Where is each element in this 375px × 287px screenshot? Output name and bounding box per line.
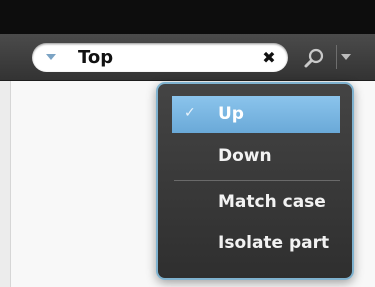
menu-item-up[interactable]: ✓ Up [172,96,340,133]
menu-item-label: Isolate part [218,233,330,253]
menu-item-match-case[interactable]: Match case [172,184,340,221]
menu-item-isolate-part[interactable]: Isolate part [172,225,340,262]
checkmark-icon: ✓ [184,105,196,121]
toolbar-divider [336,45,337,69]
menu-item-label: Down [218,146,272,166]
title-bar [0,0,375,34]
dropdown-arrow-icon[interactable] [341,54,351,60]
chevron-down-icon[interactable] [46,54,56,60]
search-options-button[interactable] [336,41,356,73]
search-options-menu: ✓ Up Down Match case Isolate part [156,82,354,280]
search-field[interactable]: Top ✖ [32,43,288,72]
menu-item-label: Up [218,104,244,124]
menu-item-label: Match case [218,192,326,212]
magnifier-icon[interactable] [302,45,328,71]
menu-separator [174,180,340,181]
menu-item-down[interactable]: Down [172,138,340,175]
search-input[interactable]: Top [78,47,113,68]
clear-x-icon[interactable]: ✖ [258,47,280,69]
